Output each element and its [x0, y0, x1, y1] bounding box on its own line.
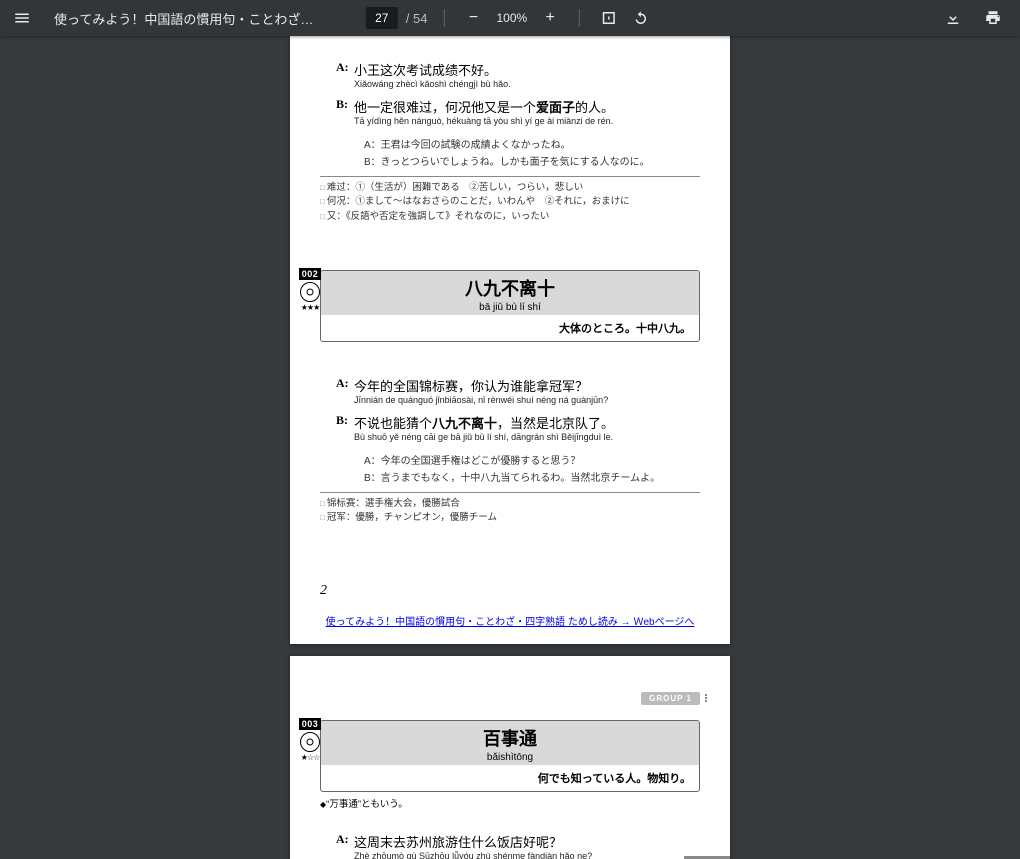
entry-box: 八九不离十 bā jiǔ bù lí shí 大体のところ。十中八九。 — [320, 270, 700, 342]
japanese-translation: A：今年の全国選手権はどこが優勝すると思う？ B：言うまでもなく，十中八九当てら… — [364, 452, 700, 484]
speaker-label: B: — [336, 97, 354, 116]
fit-page-icon — [600, 9, 618, 27]
cd-icon — [300, 282, 320, 302]
dialog-line: A: 今年的全国锦标赛，你认为谁能拿冠军？ — [336, 376, 700, 395]
group-badge: GROUP 1 — [641, 692, 700, 705]
entry-note: ◆“万事通”ともいう。 — [320, 796, 700, 810]
ja-line: A：今年の全国選手権はどこが優勝すると思う？ — [364, 452, 700, 467]
download-icon — [944, 9, 962, 27]
cd-icon — [300, 732, 320, 752]
rotate-icon — [632, 9, 650, 27]
entry-id-wrap: 002 ★★★ — [298, 268, 322, 312]
dialog-line: B: 不说也能猜个八九不离十，当然是北京队了。 — [336, 413, 700, 432]
divider-line — [320, 176, 700, 177]
dialog-block: A: 这周末去苏州旅游住什么饭店好呢？ Zhè zhōumò qù Sūzhōu… — [336, 832, 700, 859]
entry-box: 百事通 bǎishìtōng 何でも知っている人。物知り。 — [320, 720, 700, 792]
rotate-button[interactable] — [628, 5, 654, 31]
pinyin-text: Zhè zhōumò qù Sūzhōu lǚyóu zhù shénme fà… — [354, 851, 700, 859]
zoom-level: 100% — [492, 11, 531, 25]
pdf-viewport[interactable]: A: 小王这次考试成绩不好。 Xiǎowáng zhècì kǎoshì ché… — [0, 36, 1020, 859]
chinese-text: 不说也能猜个八九不离十，当然是北京队了。 — [354, 413, 614, 432]
entry-header: 八九不离十 bā jiǔ bù lí shí — [321, 271, 699, 315]
entry-header: 百事通 bǎishìtōng — [321, 721, 699, 765]
vocab-line: □冠军：優勝，チャンピオン，優勝チーム — [320, 511, 700, 525]
entry-block: 003 ★☆☆ 百事通 bǎishìtōng 何でも知っている人。物知り。 — [320, 720, 700, 792]
entry-meaning: 何でも知っている人。物知り。 — [321, 765, 699, 791]
entry-id-wrap: 003 ★☆☆ — [298, 718, 322, 762]
star-rating: ★☆☆ — [298, 753, 322, 762]
vocab-line: □何况：①まして～はなおさらのことだ，いわんや ②それに，おまけに — [320, 195, 700, 209]
dialog-block: A: 小王这次考试成绩不好。 Xiǎowáng zhècì kǎoshì ché… — [336, 60, 700, 168]
web-link[interactable]: 使ってみよう！中国語の慣用句・ことわざ・四字熟語 ためし読み → Ｗebページへ — [320, 613, 700, 628]
hamburger-icon — [13, 9, 31, 27]
document-title: 使ってみよう！中国語の慣用句・ことわざ・四字... — [54, 9, 314, 28]
chinese-text: 他一定很难过，何况他又是一个爱面子的人。 — [354, 97, 614, 116]
chinese-text: 今年的全国锦标赛，你认为谁能拿冠军？ — [354, 376, 588, 395]
entry-id: 003 — [299, 718, 322, 730]
speaker-label: A: — [336, 60, 354, 79]
vocab-block: □锦标赛：選手権大会，優勝試合 □冠军：優勝，チャンピオン，優勝チーム — [320, 497, 700, 526]
vocab-line: □难过：①（生活が）困難である ②苦しい，つらい，悲しい — [320, 181, 700, 195]
chinese-text: 小王这次考试成绩不好。 — [354, 60, 497, 79]
divider-line — [320, 492, 700, 493]
divider — [579, 9, 580, 27]
zoom-out-button[interactable]: − — [460, 5, 486, 31]
vocab-line: □锦标赛：選手権大会，優勝試合 — [320, 497, 700, 511]
pdf-page: A: 小王这次考试成绩不好。 Xiǎowáng zhècì kǎoshì ché… — [290, 36, 730, 644]
page-number: 2 — [320, 583, 700, 599]
pdf-toolbar: 使ってみよう！中国語の慣用句・ことわざ・四字... / 54 − 100% + — [0, 0, 1020, 36]
toolbar-right — [940, 5, 1020, 31]
speaker-label: A: — [336, 832, 354, 851]
chinese-text: 这周末去苏州旅游住什么饭店好呢？ — [354, 832, 562, 851]
dialog-block: A: 今年的全国锦标赛，你认为谁能拿冠军？ Jīnnián de quánguó… — [336, 376, 700, 484]
ja-line: B：きっとつらいでしょうね。しかも面子を気にする人なのに。 — [364, 153, 700, 168]
divider — [443, 9, 444, 27]
entry-title: 百事通 — [321, 725, 699, 751]
pinyin-text: Bù shuō yě néng cāi ge bā jiǔ bù lí shí,… — [354, 432, 700, 442]
ja-line: B：言うまでもなく，十中八九当てられるわ。当然北京チームよ。 — [364, 469, 700, 484]
pinyin-text: Jīnnián de quánguó jǐnbiāosài, nǐ rènwéi… — [354, 395, 700, 405]
vocab-block: □难过：①（生活が）困難である ②苦しい，つらい，悲しい □何况：①まして～はな… — [320, 181, 700, 224]
entry-meaning: 大体のところ。十中八九。 — [321, 315, 699, 341]
zoom-in-button[interactable]: + — [537, 5, 563, 31]
dialog-line: A: 这周末去苏州旅游住什么饭店好呢？ — [336, 832, 700, 851]
speaker-label: B: — [336, 413, 354, 432]
pinyin-text: Xiǎowáng zhècì kǎoshì chéngjì bù hǎo. — [354, 79, 700, 89]
page-number-input[interactable] — [366, 7, 398, 29]
entry-block: 002 ★★★ 八九不离十 bā jiǔ bù lí shí 大体のところ。十中… — [320, 270, 700, 342]
page-total: / 54 — [404, 11, 428, 26]
print-button[interactable] — [980, 5, 1006, 31]
entry-pinyin: bǎishìtōng — [321, 752, 699, 763]
entry-pinyin: bā jiǔ bù lí shí — [321, 302, 699, 313]
download-button[interactable] — [940, 5, 966, 31]
pinyin-text: Tā yídìng hěn nánguò, hékuàng tā yòu shì… — [354, 116, 700, 126]
toolbar-center: / 54 − 100% + — [366, 5, 654, 31]
toolbar-left: 使ってみよう！中国語の慣用句・ことわざ・四字... — [0, 0, 314, 36]
speaker-label: A: — [336, 376, 354, 395]
dialog-line: B: 他一定很难过，何况他又是一个爱面子的人。 — [336, 97, 700, 116]
print-icon — [984, 9, 1002, 27]
ja-line: A：王君は今回の試験の成績よくなかったね。 — [364, 136, 700, 151]
japanese-translation: A：王君は今回の試験の成績よくなかったね。 B：きっとつらいでしょうね。しかも面… — [364, 136, 700, 168]
dialog-line: A: 小王这次考试成绩不好。 — [336, 60, 700, 79]
fit-page-button[interactable] — [596, 5, 622, 31]
star-rating: ★★★ — [298, 303, 322, 312]
vocab-line: □又：《反語や否定を強調して》それなのに，いったい — [320, 210, 700, 224]
entry-title: 八九不离十 — [321, 275, 699, 301]
pdf-page: GROUP 1 003 ★☆☆ 百事通 bǎishìtōng 何でも知っている人… — [290, 656, 730, 859]
menu-button[interactable] — [4, 0, 40, 36]
entry-id: 002 — [299, 268, 322, 280]
